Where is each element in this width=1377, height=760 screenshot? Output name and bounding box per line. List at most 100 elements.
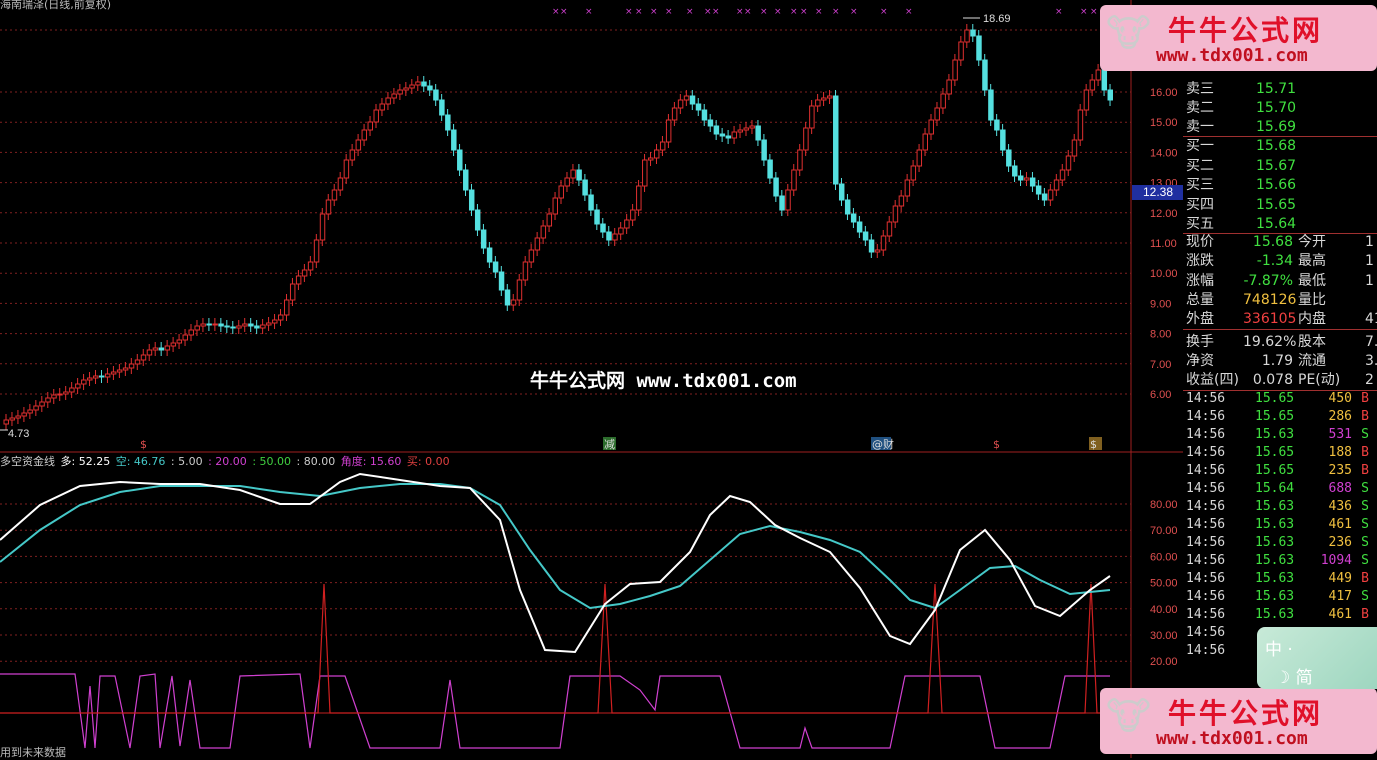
candle-body <box>33 405 39 411</box>
candle-body <box>833 95 839 185</box>
event-tag-4[interactable]: $ <box>993 438 1000 451</box>
candle-body <box>379 103 385 111</box>
candle-body <box>45 397 51 403</box>
candle-body <box>122 367 129 371</box>
price-tick: 12.00 <box>1150 208 1178 220</box>
candle-body <box>397 89 403 95</box>
stat-row: 总量 748126 量比 <box>1183 291 1377 310</box>
candle-body <box>1059 169 1066 181</box>
tick-volume: 449 <box>1328 571 1352 586</box>
ask-label: 卖一 <box>1186 119 1214 135</box>
candle-body <box>93 375 99 379</box>
candle-body <box>1053 179 1060 191</box>
low-marker: 4.73 <box>8 428 29 440</box>
tick-price: 15.63 <box>1255 499 1295 514</box>
tick-side: S <box>1361 499 1369 514</box>
candle-body <box>564 177 570 187</box>
candle-body <box>785 189 791 211</box>
tick-time: 14:56 <box>1186 481 1226 496</box>
candle-body <box>749 125 755 129</box>
candle-body <box>880 235 887 251</box>
candle-body <box>677 99 684 109</box>
buy-value: 买: 0.00 <box>406 455 450 468</box>
candle-body <box>904 179 911 197</box>
candle-body <box>1012 165 1018 177</box>
candle-body <box>958 41 964 61</box>
candle-body <box>146 349 153 356</box>
candle-body <box>761 139 767 161</box>
tick-volume: 235 <box>1328 463 1352 478</box>
candle-body <box>1065 155 1072 171</box>
tick-volume: 417 <box>1328 589 1352 604</box>
tick-time: 14:56 <box>1186 445 1226 460</box>
tick-time: 14:56 <box>1186 571 1226 586</box>
tick-price: 15.63 <box>1255 571 1295 586</box>
theme-widget[interactable]: 中 · ☽ 简 <box>1257 627 1377 689</box>
candle-body <box>457 149 463 171</box>
theme-line-1: 中 · <box>1265 640 1293 660</box>
ask-row[interactable]: 卖一 15.69 <box>1183 118 1377 137</box>
candle-body <box>266 322 272 326</box>
candle-body <box>480 229 487 249</box>
candle-body <box>791 169 797 191</box>
candle-body <box>994 119 1000 131</box>
tick-volume: 450 <box>1328 391 1352 406</box>
tick-volume: 688 <box>1328 481 1352 496</box>
stat-row: 涨幅 -7.87% 最低 1 <box>1183 272 1377 291</box>
x-marker: × <box>736 7 744 17</box>
bid-row[interactable]: 买一 15.68 <box>1183 137 1377 156</box>
x-marker: × <box>665 7 673 17</box>
x-marker: × <box>815 7 823 17</box>
watermark-top: 🐮 牛牛公式网 www.tdx001.com <box>1100 5 1377 71</box>
param-2: : 20.00 <box>208 455 247 468</box>
candle-body <box>170 342 177 347</box>
candle-body <box>331 189 338 201</box>
candle-body <box>648 157 654 161</box>
event-tag-3[interactable]: @财 <box>872 437 894 451</box>
bid-row[interactable]: 买三 15.66 <box>1183 176 1377 195</box>
bid-row[interactable]: 买二 15.67 <box>1183 157 1377 176</box>
bid-row[interactable]: 买五 15.64 <box>1183 215 1377 234</box>
event-tag-2[interactable]: 减 <box>604 438 615 451</box>
candle-body <box>373 109 379 123</box>
tick-price: 15.65 <box>1255 445 1295 460</box>
candle-body <box>952 59 958 81</box>
candle-body <box>606 231 612 241</box>
bid-label: 买五 <box>1186 216 1214 232</box>
candle-body <box>367 121 373 131</box>
event-tag-5[interactable]: $ <box>1090 438 1097 451</box>
candle-body <box>1089 79 1096 91</box>
ask-row[interactable]: 卖三 15.71 <box>1183 80 1377 99</box>
candle-body <box>594 209 600 225</box>
candle-body <box>892 205 899 223</box>
candle-body <box>552 197 559 215</box>
tick-row: 14:56 15.63 417 S <box>1183 588 1377 606</box>
candle-body <box>540 225 547 239</box>
candle-body <box>200 323 206 327</box>
tick-row: 14:56 15.63 461 S <box>1183 516 1377 534</box>
bid-price: 15.64 <box>1256 216 1297 232</box>
candle-body <box>803 127 809 151</box>
tick-side: B <box>1361 445 1369 460</box>
stat-label: 换手 <box>1186 333 1214 350</box>
event-tag-1[interactable]: $ <box>140 438 147 451</box>
osc-tick: 50.00 <box>1150 578 1178 590</box>
candle-body <box>1077 109 1084 141</box>
bid-row[interactable]: 买四 15.65 <box>1183 196 1377 215</box>
stat-value-2: 1 <box>1365 234 1374 250</box>
ask-row[interactable]: 卖二 15.70 <box>1183 99 1377 118</box>
candle-body <box>528 249 535 263</box>
stat-row: 收益(四) 0.078 PE(动) 2 <box>1183 371 1377 390</box>
stat-label: 涨幅 <box>1186 272 1214 289</box>
candle-body <box>278 314 284 321</box>
price-tick: 6.00 <box>1150 389 1171 401</box>
x-marker: × <box>1090 7 1098 17</box>
tick-volume: 188 <box>1328 445 1352 460</box>
tick-row: 14:56 15.63 449 B <box>1183 570 1377 588</box>
tick-volume: 1094 <box>1320 553 1352 568</box>
candle-body <box>498 271 505 291</box>
candle-body <box>242 323 248 327</box>
candle-body <box>188 329 194 336</box>
candle-body <box>9 417 15 421</box>
stat-label-2: 量比 <box>1298 291 1326 308</box>
